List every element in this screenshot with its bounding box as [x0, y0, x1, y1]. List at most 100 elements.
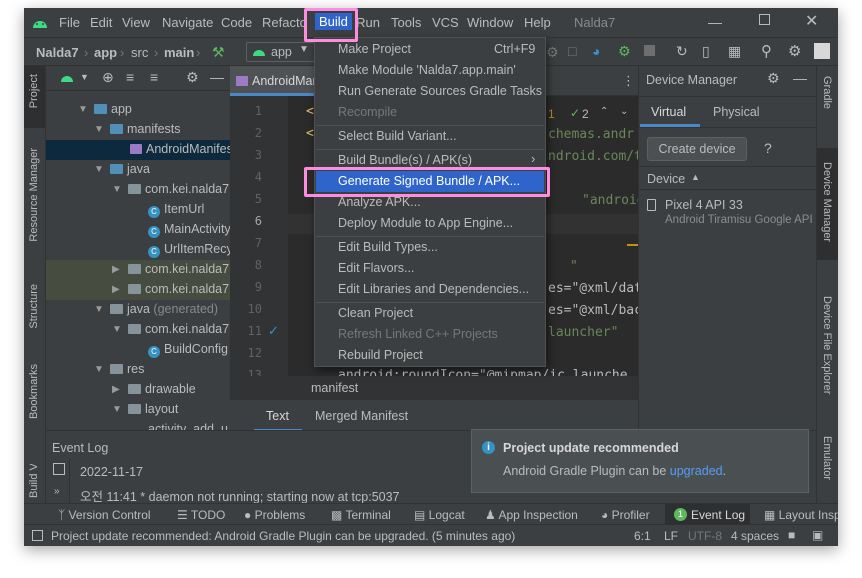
stripe-tab-gradle[interactable]: Gradle [821, 76, 833, 109]
menu-item-make-project[interactable]: Make Project [338, 42, 411, 56]
tree-item-res[interactable]: res [110, 362, 144, 376]
tree-item-mainactivity[interactable]: C MainActivity [148, 222, 231, 238]
menu-item-edit-flavors[interactable]: Edit Flavors... [338, 261, 414, 275]
tool-profiler[interactable]: ◕ Profiler [601, 508, 650, 522]
tool-terminal[interactable]: ▩ Terminal [331, 508, 391, 522]
menu-view[interactable]: View [122, 15, 150, 30]
tool-app-inspection[interactable]: ♟ App Inspection [485, 508, 578, 522]
stripe-tab-device-manager[interactable]: Device Manager [821, 162, 833, 242]
expand-arrow-icon[interactable]: ▼ [112, 324, 122, 335]
device-manager-icon[interactable]: ▯ [702, 43, 710, 60]
tree-item-itemurl[interactable]: C ItemUrl [148, 202, 204, 218]
more-tabs-icon[interactable]: ⋮ [622, 73, 635, 89]
run-config-select[interactable]: app ▼ [246, 42, 316, 62]
breadcrumb-src[interactable]: src [131, 45, 148, 60]
indent-setting[interactable]: 4 spaces [731, 529, 779, 543]
tool-logcat[interactable]: ▤ Logcat [414, 508, 465, 522]
menu-item-analyze-apk[interactable]: Analyze APK... [338, 195, 421, 209]
toggle-tool-windows-icon[interactable] [32, 530, 43, 541]
tree-item-package-generated[interactable]: com.kei.nalda7 [128, 322, 229, 336]
maximize-icon[interactable] [759, 14, 770, 25]
help-button[interactable]: ? [764, 140, 772, 156]
expand-arrow-icon[interactable]: ▼ [112, 184, 122, 195]
stripe-tab-bookmarks[interactable]: Bookmarks [28, 364, 40, 419]
avatar-icon[interactable] [814, 43, 830, 59]
expand-arrow-icon[interactable]: ▼ [94, 164, 104, 175]
tab-text[interactable]: Text [254, 400, 302, 432]
tool-todo[interactable]: ☰ TODO [177, 508, 225, 522]
hide-panel-icon[interactable]: — [210, 69, 224, 85]
settings-gear-icon[interactable]: ⚙ [788, 42, 801, 60]
hammer-icon[interactable]: ⚒ [212, 44, 225, 61]
menu-item-edit-libraries[interactable]: Edit Libraries and Dependencies... [338, 282, 529, 296]
profile-icon[interactable]: ◕ [592, 43, 600, 59]
menu-tools[interactable]: Tools [391, 15, 421, 30]
stripe-tab-build-variants[interactable]: Build Variants [28, 464, 40, 498]
hide-panel-icon[interactable]: — [793, 70, 807, 86]
stripe-tab-structure[interactable]: Structure [28, 284, 40, 329]
more-actions-icon[interactable]: » [54, 486, 60, 497]
options-gear-icon[interactable]: ⚙ [186, 69, 199, 86]
tool-version-control[interactable]: ᛉ Version Control [58, 508, 151, 522]
file-encoding[interactable]: UTF-8 [688, 529, 722, 543]
stripe-tab-device-file-explorer[interactable]: Device File Explorer [821, 296, 833, 394]
expand-all-icon[interactable]: ≡ [126, 69, 134, 85]
menu-help[interactable]: Help [524, 15, 551, 30]
attach-icon[interactable]: □ [568, 43, 576, 59]
breadcrumb-project[interactable]: Nalda7 [36, 45, 79, 60]
menu-window[interactable]: Window [467, 15, 513, 30]
menu-navigate[interactable]: Navigate [162, 15, 213, 30]
menu-run[interactable]: Run [358, 15, 380, 30]
upgrade-link[interactable]: upgraded [670, 464, 723, 478]
stripe-tab-emulator[interactable]: Emulator [821, 436, 833, 480]
tree-item-drawable[interactable]: drawable [128, 382, 196, 396]
memory-indicator-icon[interactable]: ▣ [812, 528, 823, 542]
chevron-down-icon[interactable]: ⌄ [620, 106, 628, 117]
menu-item-refresh-linked-cpp[interactable]: Refresh Linked C++ Projects [338, 327, 498, 341]
device-row[interactable]: Pixel 4 API 33 Android Tiramisu Google A… [639, 194, 817, 230]
menu-code[interactable]: Code [221, 15, 252, 30]
device-column-header[interactable]: Device ▲ [639, 166, 817, 190]
menu-item-deploy-module[interactable]: Deploy Module to App Engine... [338, 216, 513, 230]
expand-arrow-icon[interactable]: ▼ [112, 404, 122, 415]
menu-item-rebuild-project[interactable]: Rebuild Project [338, 348, 423, 362]
lock-icon[interactable]: ■ [788, 528, 795, 542]
close-window-icon[interactable]: ✕ [805, 11, 818, 31]
mark-read-icon[interactable] [53, 463, 65, 475]
breadcrumb-main[interactable]: main [164, 45, 194, 60]
editor-tab-androidmanifest[interactable]: AndroidMan [230, 66, 319, 96]
menu-file[interactable]: File [59, 15, 80, 30]
stripe-tab-project[interactable]: Project [28, 74, 40, 108]
minimize-icon[interactable]: — [708, 14, 722, 30]
collapse-arrow-icon[interactable]: ▶ [112, 384, 120, 395]
tool-problems[interactable]: ● Problems [244, 508, 305, 522]
menu-vcs[interactable]: VCS [432, 15, 459, 30]
tree-item-layout[interactable]: layout [128, 402, 178, 416]
tree-item-buildconfig[interactable]: C BuildConfig [148, 342, 228, 358]
search-icon[interactable]: ⚲ [761, 42, 772, 60]
collapse-all-icon[interactable]: ≡ [150, 69, 158, 85]
stripe-tab-resource-manager[interactable]: Resource Manager [28, 148, 40, 242]
menu-item-clean-project[interactable]: Clean Project [338, 306, 413, 320]
tree-item-manifests[interactable]: manifests [110, 122, 181, 136]
tab-virtual[interactable]: Virtual [640, 97, 700, 127]
caret-position[interactable]: 6:1 [634, 529, 651, 543]
menu-item-build-bundle[interactable]: Build Bundle(s) / APK(s) [338, 153, 472, 167]
tool-event-log[interactable]: 1 Event Log [665, 504, 750, 525]
tab-physical[interactable]: Physical [713, 105, 760, 119]
bird-gutter-icon[interactable]: ✓ [268, 323, 279, 339]
editor-breadcrumb[interactable]: manifest [311, 381, 358, 395]
debug-icon[interactable]: ⚙ [546, 44, 559, 61]
expand-arrow-icon[interactable]: ▼ [94, 124, 104, 135]
status-message[interactable]: Project update recommended: Android Grad… [51, 529, 515, 543]
expand-arrow-icon[interactable]: ▼ [94, 304, 104, 315]
breadcrumb-app[interactable]: app [94, 45, 117, 60]
tree-item-package-android-test[interactable]: com.kei.nalda7 (a [128, 262, 244, 276]
tab-merged-manifest[interactable]: Merged Manifest [315, 409, 408, 423]
apply-changes-icon[interactable]: ⚙ [618, 43, 631, 60]
tree-item-java[interactable]: java [110, 162, 150, 176]
notification-balloon[interactable]: i Project update recommended Android Gra… [471, 429, 809, 493]
gradle-sync-icon[interactable]: ↻ [676, 43, 688, 60]
tree-item-app[interactable]: app [94, 102, 132, 116]
tree-item-package[interactable]: com.kei.nalda7 [128, 182, 229, 196]
